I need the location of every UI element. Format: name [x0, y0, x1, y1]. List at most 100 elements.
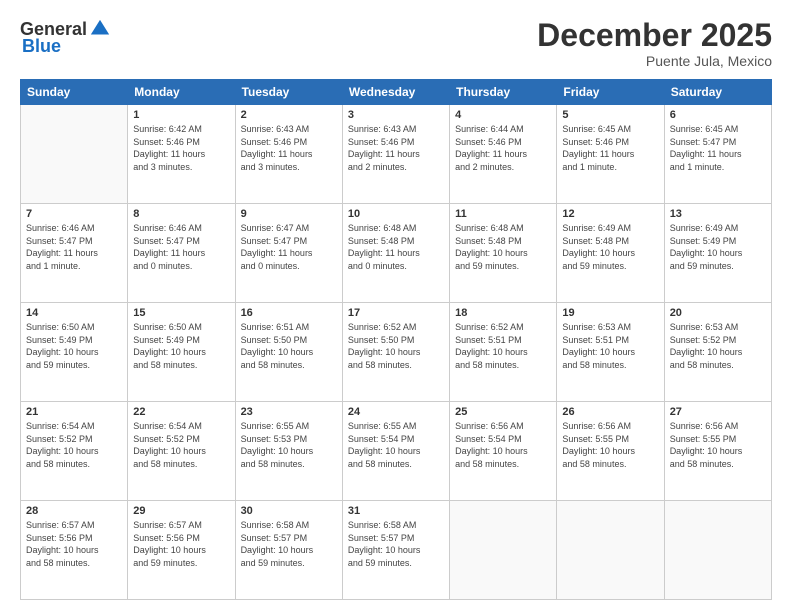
day-number: 3	[348, 109, 444, 121]
day-info: Sunrise: 6:57 AM Sunset: 5:56 PM Dayligh…	[133, 519, 229, 569]
day-number: 16	[241, 307, 337, 319]
day-info: Sunrise: 6:50 AM Sunset: 5:49 PM Dayligh…	[26, 321, 122, 371]
calendar-cell: 7Sunrise: 6:46 AM Sunset: 5:47 PM Daylig…	[21, 204, 128, 303]
calendar-cell: 29 Sunrise: 6:57 AM Sunset: 5:56 PM Dayli…	[128, 501, 235, 600]
day-info: Sunrise: 6:56 AM Sunset: 5:54 PM Dayligh…	[455, 420, 551, 470]
month-title: December 2025	[537, 18, 772, 53]
day-info: Sunrise: 6:48 AM Sunset: 5:48 PM Dayligh…	[455, 222, 551, 272]
calendar-cell: 27 Sunrise: 6:56 AM Sunset: 5:55 PM Dayli…	[664, 402, 771, 501]
week-row-2: 7 Sunrise: 6:46 AM Sunset: 5:47 PM Daylig…	[21, 204, 772, 303]
day-number: 31	[348, 505, 444, 517]
day-number: 7	[26, 208, 122, 220]
weekday-header-sunday: Sunday	[21, 80, 128, 105]
day-number: 28	[26, 505, 122, 517]
day-number: 26	[562, 406, 658, 418]
day-info: Sunrise: 6:51 AM Sunset: 5:50 PM Dayligh…	[241, 321, 337, 371]
calendar-cell: 28 Sunrise: 6:57 AM Sunset: 5:56 PM Dayli…	[21, 501, 128, 600]
week-row-5: 28 Sunrise: 6:57 AM Sunset: 5:56 PM Dayli…	[21, 501, 772, 600]
calendar-cell: 19 Sunrise: 6:53 AM Sunset: 5:51 PM Dayli…	[557, 303, 664, 402]
calendar-cell: 14Sunrise: 6:50 AM Sunset: 5:49 PM Dayli…	[21, 303, 128, 402]
day-info: Sunrise: 6:55 AM Sunset: 5:54 PM Dayligh…	[348, 420, 444, 470]
calendar-cell: 21Sunrise: 6:54 AM Sunset: 5:52 PM Dayli…	[21, 402, 128, 501]
day-info: Sunrise: 6:43 AM Sunset: 5:46 PM Dayligh…	[241, 123, 337, 173]
day-number: 19	[562, 307, 658, 319]
calendar-cell: 16 Sunrise: 6:51 AM Sunset: 5:50 PM Dayli…	[235, 303, 342, 402]
day-number: 6	[670, 109, 766, 121]
day-number: 4	[455, 109, 551, 121]
day-info: Sunrise: 6:49 AM Sunset: 5:48 PM Dayligh…	[562, 222, 658, 272]
day-number: 29	[133, 505, 229, 517]
logo-blue-text: Blue	[22, 36, 61, 56]
calendar-cell: 10Sunrise: 6:48 AM Sunset: 5:48 PM Dayli…	[342, 204, 449, 303]
weekday-header-wednesday: Wednesday	[342, 80, 449, 105]
day-info: Sunrise: 6:44 AM Sunset: 5:46 PM Dayligh…	[455, 123, 551, 173]
day-number: 30	[241, 505, 337, 517]
calendar-cell	[21, 105, 128, 204]
day-info: Sunrise: 6:46 AM Sunset: 5:47 PM Dayligh…	[133, 222, 229, 272]
week-row-1: 1 Sunrise: 6:42 AM Sunset: 5:46 PM Daylig…	[21, 105, 772, 204]
calendar-cell	[664, 501, 771, 600]
day-info: Sunrise: 6:53 AM Sunset: 5:51 PM Dayligh…	[562, 321, 658, 371]
calendar-cell: 30 Sunrise: 6:58 AM Sunset: 5:57 PM Dayli…	[235, 501, 342, 600]
day-number: 21	[26, 406, 122, 418]
weekday-header-row: SundayMondayTuesdayWednesdayThursdayFrid…	[21, 80, 772, 105]
day-info: Sunrise: 6:45 AM Sunset: 5:46 PM Dayligh…	[562, 123, 658, 173]
calendar-cell: 24 Sunrise: 6:55 AM Sunset: 5:54 PM Dayli…	[342, 402, 449, 501]
day-info: Sunrise: 6:47 AM Sunset: 5:47 PM Dayligh…	[241, 222, 337, 272]
day-number: 27	[670, 406, 766, 418]
calendar-cell: 18 Sunrise: 6:52 AM Sunset: 5:51 PM Dayli…	[450, 303, 557, 402]
calendar-cell: 9 Sunrise: 6:47 AM Sunset: 5:47 PM Daylig…	[235, 204, 342, 303]
day-number: 8	[133, 208, 229, 220]
week-row-4: 21 Sunrise: 6:54 AM Sunset: 5:52 PM Dayli…	[21, 402, 772, 501]
calendar-cell: 25 Sunrise: 6:56 AM Sunset: 5:54 PM Dayli…	[450, 402, 557, 501]
day-info: Sunrise: 6:52 AM Sunset: 5:50 PM Dayligh…	[348, 321, 444, 371]
calendar-cell: 3 Sunrise: 6:43 AM Sunset: 5:46 PM Daylig…	[342, 105, 449, 204]
calendar-cell: 12 Sunrise: 6:49 AM Sunset: 5:48 PM Dayli…	[557, 204, 664, 303]
day-number: 13	[670, 208, 766, 220]
day-info: Sunrise: 6:53 AM Sunset: 5:52 PM Dayligh…	[670, 321, 766, 371]
calendar-cell: 5Sunrise: 6:45 AM Sunset: 5:46 PM Daylig…	[557, 105, 664, 204]
calendar-cell: 22 Sunrise: 6:54 AM Sunset: 5:52 PM Dayli…	[128, 402, 235, 501]
calendar-cell: 23 Sunrise: 6:55 AM Sunset: 5:53 PM Dayli…	[235, 402, 342, 501]
calendar-cell: 13Sunrise: 6:49 AM Sunset: 5:49 PM Dayli…	[664, 204, 771, 303]
day-info: Sunrise: 6:48 AM Sunset: 5:48 PM Dayligh…	[348, 222, 444, 272]
day-number: 22	[133, 406, 229, 418]
calendar-cell: 1 Sunrise: 6:42 AM Sunset: 5:46 PM Daylig…	[128, 105, 235, 204]
header: General Blue December 2025 Puente Jula, …	[20, 18, 772, 69]
calendar-cell: 6 Sunrise: 6:45 AM Sunset: 5:47 PM Daylig…	[664, 105, 771, 204]
calendar-cell: 15Sunrise: 6:50 AM Sunset: 5:49 PM Dayli…	[128, 303, 235, 402]
day-number: 18	[455, 307, 551, 319]
day-number: 9	[241, 208, 337, 220]
weekday-header-tuesday: Tuesday	[235, 80, 342, 105]
day-info: Sunrise: 6:57 AM Sunset: 5:56 PM Dayligh…	[26, 519, 122, 569]
week-row-3: 14Sunrise: 6:50 AM Sunset: 5:49 PM Dayli…	[21, 303, 772, 402]
day-info: Sunrise: 6:58 AM Sunset: 5:57 PM Dayligh…	[241, 519, 337, 569]
calendar-cell	[450, 501, 557, 600]
day-number: 20	[670, 307, 766, 319]
calendar-cell: 17 Sunrise: 6:52 AM Sunset: 5:50 PM Dayli…	[342, 303, 449, 402]
day-info: Sunrise: 6:56 AM Sunset: 5:55 PM Dayligh…	[562, 420, 658, 470]
calendar-cell: 4 Sunrise: 6:44 AM Sunset: 5:46 PM Daylig…	[450, 105, 557, 204]
title-block: December 2025 Puente Jula, Mexico	[537, 18, 772, 69]
day-number: 12	[562, 208, 658, 220]
day-info: Sunrise: 6:58 AM Sunset: 5:57 PM Dayligh…	[348, 519, 444, 569]
day-info: Sunrise: 6:52 AM Sunset: 5:51 PM Dayligh…	[455, 321, 551, 371]
day-info: Sunrise: 6:42 AM Sunset: 5:46 PM Dayligh…	[133, 123, 229, 173]
day-info: Sunrise: 6:43 AM Sunset: 5:46 PM Dayligh…	[348, 123, 444, 173]
day-number: 2	[241, 109, 337, 121]
day-number: 24	[348, 406, 444, 418]
day-info: Sunrise: 6:54 AM Sunset: 5:52 PM Dayligh…	[133, 420, 229, 470]
calendar-cell: 26 Sunrise: 6:56 AM Sunset: 5:55 PM Dayli…	[557, 402, 664, 501]
day-number: 23	[241, 406, 337, 418]
day-number: 1	[133, 109, 229, 121]
weekday-header-friday: Friday	[557, 80, 664, 105]
day-number: 17	[348, 307, 444, 319]
logo: General Blue	[20, 18, 111, 57]
logo-icon	[89, 18, 111, 40]
day-info: Sunrise: 6:45 AM Sunset: 5:47 PM Dayligh…	[670, 123, 766, 173]
day-info: Sunrise: 6:56 AM Sunset: 5:55 PM Dayligh…	[670, 420, 766, 470]
day-number: 11	[455, 208, 551, 220]
weekday-header-saturday: Saturday	[664, 80, 771, 105]
day-info: Sunrise: 6:55 AM Sunset: 5:53 PM Dayligh…	[241, 420, 337, 470]
day-number: 25	[455, 406, 551, 418]
